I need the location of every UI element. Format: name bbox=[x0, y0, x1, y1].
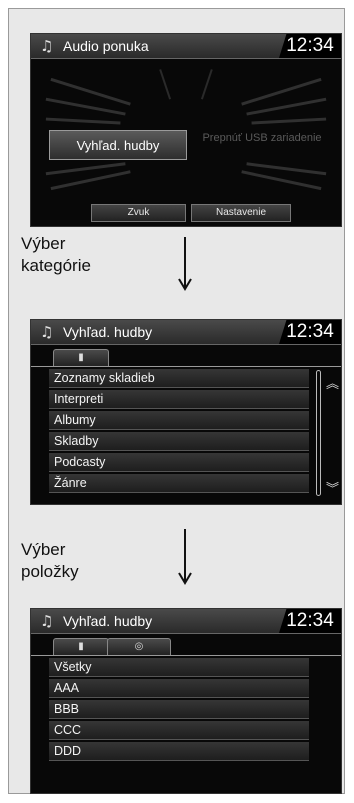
clock: 12:34 bbox=[279, 609, 341, 633]
step-line: Výber bbox=[21, 540, 66, 559]
list-item[interactable]: Interpreti bbox=[49, 390, 309, 409]
clock: 12:34 bbox=[279, 320, 341, 344]
music-note-icon: ♫ bbox=[40, 37, 54, 55]
screen-header: ♫ Vyhľad. hudby 12:34 bbox=[31, 609, 341, 634]
disc-icon: ◎ bbox=[134, 641, 144, 652]
step-line: Výber bbox=[21, 234, 66, 253]
clock: 12:34 bbox=[279, 34, 341, 58]
down-arrow-icon bbox=[178, 237, 192, 291]
list-item[interactable]: BBB bbox=[49, 700, 309, 719]
sound-button[interactable]: Zvuk bbox=[91, 204, 186, 222]
tab-bar: ▮ ◎ bbox=[31, 633, 341, 656]
usb-device-icon: ▮ bbox=[78, 641, 84, 652]
music-note-icon: ♫ bbox=[40, 612, 54, 630]
item-list: Všetky AAA BBB CCC DDD bbox=[49, 658, 309, 763]
step-label-category: Výber kategórie bbox=[21, 233, 91, 277]
settings-button[interactable]: Nastavenie bbox=[191, 204, 291, 222]
screen-title: Vyhľad. hudby bbox=[63, 324, 153, 340]
step-line: kategórie bbox=[21, 256, 91, 275]
tab-usb-device[interactable]: ▮ bbox=[53, 638, 109, 655]
list-item[interactable]: Skladby bbox=[49, 432, 309, 451]
scrollbar[interactable] bbox=[316, 370, 321, 496]
tab-usb-device[interactable]: ▮ bbox=[53, 349, 109, 366]
music-note-icon: ♫ bbox=[40, 323, 54, 341]
scroll-up-icon[interactable]: ︽ bbox=[326, 377, 339, 391]
tab-bar: ▮ bbox=[31, 344, 341, 367]
scroll-down-icon[interactable]: ︾ bbox=[326, 482, 339, 496]
step-label-item: Výber položky bbox=[21, 539, 79, 583]
list-item[interactable]: Podcasty bbox=[49, 453, 309, 472]
list-item[interactable]: Všetky bbox=[49, 658, 309, 677]
category-list: Zoznamy skladieb Interpreti Albumy Sklad… bbox=[49, 369, 309, 495]
list-item[interactable]: Albumy bbox=[49, 411, 309, 430]
step-line: položky bbox=[21, 562, 79, 581]
list-item[interactable]: CCC bbox=[49, 721, 309, 740]
list-item[interactable]: Zoznamy skladieb bbox=[49, 369, 309, 388]
list-item[interactable]: DDD bbox=[49, 742, 309, 761]
screen-header: ♫ Vyhľad. hudby 12:34 bbox=[31, 320, 341, 345]
list-item[interactable]: AAA bbox=[49, 679, 309, 698]
screen-header: ♫ Audio ponuka 12:34 bbox=[31, 34, 341, 59]
item-screen: ♫ Vyhľad. hudby 12:34 ▮ ◎ Všetky AAA BBB… bbox=[30, 608, 342, 794]
search-music-button[interactable]: Vyhľad. hudby bbox=[49, 130, 187, 160]
list-item[interactable]: Žánre bbox=[49, 474, 309, 493]
switch-usb-button[interactable]: Prepnúť USB zariadenie bbox=[193, 130, 331, 160]
screen-title: Vyhľad. hudby bbox=[63, 613, 153, 629]
background-rays bbox=[45, 69, 327, 191]
manual-panel: ♫ Audio ponuka 12:34 Vyhľad. hudby Prepn… bbox=[8, 8, 345, 794]
category-screen: ♫ Vyhľad. hudby 12:34 ▮ Zoznamy skladieb… bbox=[30, 319, 342, 505]
screen-title: Audio ponuka bbox=[63, 38, 149, 54]
audio-menu-screen: ♫ Audio ponuka 12:34 Vyhľad. hudby Prepn… bbox=[30, 33, 342, 227]
usb-device-icon: ▮ bbox=[78, 352, 84, 363]
tab-disc[interactable]: ◎ bbox=[107, 638, 171, 655]
down-arrow-icon bbox=[178, 529, 192, 585]
